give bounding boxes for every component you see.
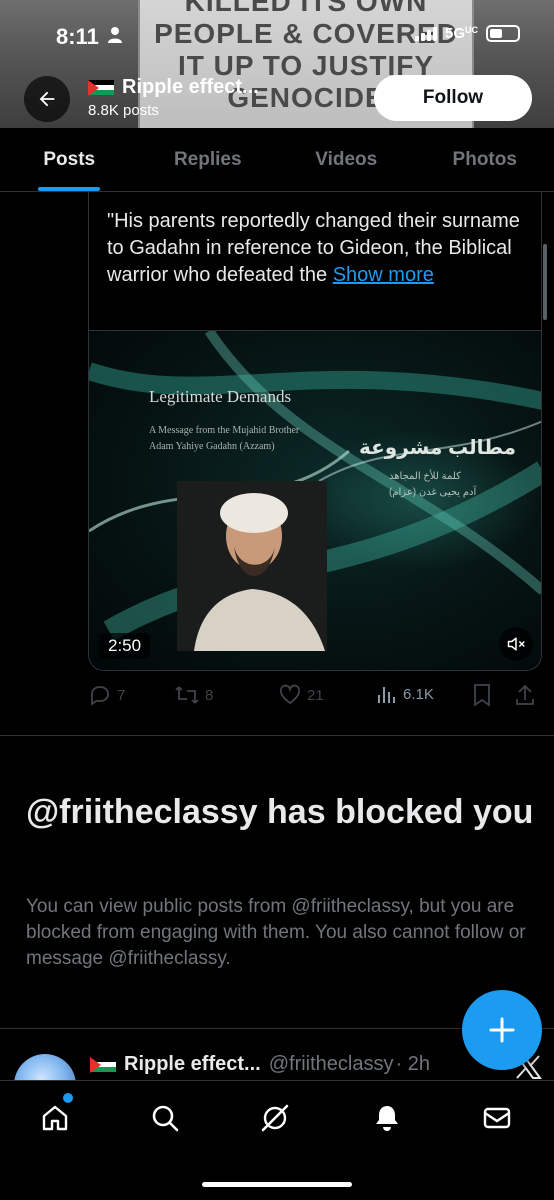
video-frame	[89, 331, 541, 651]
tab-posts[interactable]: Posts	[0, 128, 139, 191]
reply-icon	[91, 686, 109, 706]
video-title: Legitimate Demands	[149, 387, 292, 406]
notifications-icon	[376, 1106, 398, 1131]
profile-name: Ripple effect...	[88, 76, 259, 99]
compose-button[interactable]	[462, 990, 542, 1070]
speaker-muted-icon	[507, 637, 525, 651]
follow-button[interactable]: Follow	[374, 75, 532, 121]
divider	[0, 735, 554, 736]
blocked-body: You can view public posts from @friithec…	[26, 896, 526, 969]
search-icon	[152, 1105, 179, 1132]
next-post-handle: @friitheclassy	[268, 1053, 394, 1075]
next-post-name: Ripple effect...	[124, 1053, 261, 1075]
share-icon	[516, 684, 534, 705]
repost-count: 8	[205, 686, 214, 704]
home-unread-dot	[63, 1093, 73, 1103]
arrow-left-icon	[39, 91, 55, 107]
back-button[interactable]	[24, 76, 70, 122]
views-icon	[378, 687, 395, 703]
sign-line-1: KILLED ITS OWN	[184, 0, 428, 17]
video-subtitle-2: Adam Yahiye Gadahn (Azzam)	[149, 441, 275, 452]
tab-photos[interactable]: Photos	[416, 128, 554, 191]
signal-icon	[414, 26, 437, 41]
quoted-post-body: "His parents reportedly changed their su…	[107, 210, 520, 286]
messages-icon	[483, 1107, 511, 1129]
battery-icon	[486, 25, 520, 42]
like-button[interactable]: 21	[278, 683, 324, 707]
next-post-header: Ripple effect... @friitheclassy · 2h	[90, 1053, 430, 1076]
palestine-flag-icon	[90, 1056, 116, 1073]
home-indicator	[202, 1182, 352, 1187]
nav-home[interactable]	[38, 1101, 72, 1135]
heart-icon	[279, 684, 301, 705]
repost-button[interactable]: 8	[174, 683, 213, 707]
bookmark-icon	[474, 684, 490, 707]
tab-replies[interactable]: Replies	[139, 128, 278, 191]
nav-notifications[interactable]	[370, 1101, 404, 1135]
like-count: 21	[307, 686, 324, 704]
home-icon	[42, 1105, 68, 1131]
repost-icon	[175, 686, 199, 704]
nav-grok[interactable]	[258, 1101, 292, 1135]
video-arabic-subtitle-2: آدم يحيى غدن (عزام)	[389, 487, 477, 498]
scrollbar[interactable]	[543, 244, 547, 320]
status-time: 8:11	[56, 24, 99, 49]
network-label: 5GUC	[444, 25, 478, 42]
blocked-title: @friitheclassy has blocked you	[26, 793, 534, 831]
profile-name-text: Ripple effect...	[122, 76, 259, 98]
plus-icon	[489, 1017, 515, 1043]
reply-count: 7	[117, 686, 126, 704]
profile-tabs: Posts Replies Videos Photos	[0, 128, 554, 192]
palestine-flag-icon	[88, 79, 114, 96]
person-icon	[108, 27, 122, 43]
bookmark-button[interactable]	[472, 683, 492, 707]
share-button[interactable]	[514, 683, 536, 707]
posts-count: 8.8K posts	[88, 102, 159, 119]
mute-button[interactable]	[499, 627, 533, 661]
status-indicators: 5GUC	[414, 25, 520, 42]
views-button[interactable]: 6.1K	[376, 683, 434, 705]
show-more-link[interactable]: Show more	[333, 264, 434, 286]
quoted-post-text: "His parents reportedly changed their su…	[89, 192, 541, 330]
nav-messages[interactable]	[480, 1101, 514, 1135]
grok-icon	[261, 1104, 289, 1132]
reply-button[interactable]: 7	[88, 683, 125, 707]
nav-search[interactable]	[148, 1101, 182, 1135]
video-arabic-title: مطالب مشروعة	[359, 437, 517, 459]
video-player[interactable]: Legitimate Demands A Message from the Mu…	[89, 330, 541, 670]
next-post-time: · 2h	[395, 1053, 430, 1075]
quoted-post-card[interactable]: "His parents reportedly changed their su…	[88, 192, 542, 671]
video-subtitle-1: A Message from the Mujahid Brother	[149, 425, 300, 436]
view-count: 6.1K	[403, 685, 434, 703]
video-duration: 2:50	[99, 633, 151, 659]
post-actions: 7 8 21 6.1K	[88, 680, 542, 710]
tab-videos[interactable]: Videos	[277, 128, 416, 191]
video-arabic-subtitle-1: كلمة للأخ المجاهد	[389, 471, 461, 482]
